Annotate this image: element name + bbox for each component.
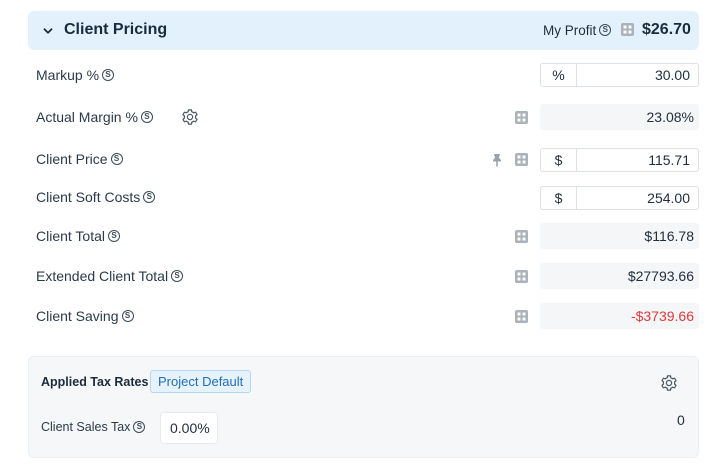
applied-tax-rates-title: Applied Tax Rates [41,375,149,389]
applied-tax-rates-panel: Applied Tax Rates Project Default Client… [28,356,699,458]
client-sales-tax-label-text: Client Sales Tax [41,420,131,434]
s-circle-icon: S [171,270,184,283]
markup-label: Markup % S [36,67,115,83]
extended-client-total-value: $27793.66 [540,263,699,289]
calculator-icon[interactable] [515,153,528,166]
gear-icon[interactable] [660,374,678,392]
project-default-badge[interactable]: Project Default [150,370,252,393]
s-circle-icon: S [102,69,115,82]
actual-margin-label-text: Actual Margin % [36,109,138,125]
actual-margin-value: 23.08% [540,104,699,130]
client-sales-tax-amount: 0 [677,412,685,428]
client-price-label: Client Price S [36,151,123,167]
s-circle-icon: S [143,191,156,204]
client-saving-value: -$3739.66 [540,303,699,329]
my-profit-text: My Profit [543,23,597,38]
my-profit-value: $26.70 [642,21,691,38]
section-title: Client Pricing [64,21,168,38]
chevron-down-icon[interactable] [42,25,54,37]
extended-client-total-label-text: Extended Client Total [36,268,169,284]
client-pricing-header[interactable]: Client Pricing My Profit S $26.70 [28,11,699,50]
client-price-label-text: Client Price [36,151,108,167]
s-circle-icon: S [140,111,153,124]
client-saving-label-text: Client Saving [36,308,119,324]
markup-input[interactable]: 30.00 [576,63,699,87]
client-saving-label: Client Saving S [36,308,134,324]
client-sales-tax-label: Client Sales Tax S [41,420,146,434]
calculator-icon[interactable] [515,111,528,124]
pin-icon[interactable] [491,153,503,167]
s-circle-icon: S [108,230,121,243]
client-total-label-text: Client Total [36,228,106,244]
s-circle-icon: S [121,310,134,323]
my-profit-label: My Profit S [543,23,612,38]
client-soft-costs-currency: $ [540,186,577,210]
extended-client-total-label: Extended Client Total S [36,268,184,284]
client-sales-tax-input[interactable]: 0.00% [160,412,218,444]
client-total-label: Client Total S [36,228,121,244]
actual-margin-label: Actual Margin % S [36,109,153,125]
client-price-input[interactable]: 115.71 [576,148,699,172]
calculator-icon[interactable] [515,230,528,243]
markup-label-text: Markup % [36,67,100,83]
calculator-icon[interactable] [515,270,528,283]
calculator-icon[interactable] [621,23,634,36]
client-soft-costs-input[interactable]: 254.00 [576,186,699,210]
s-circle-icon: S [599,24,612,37]
gear-icon[interactable] [181,108,199,126]
calculator-icon[interactable] [515,310,528,323]
s-circle-icon: S [110,153,123,166]
markup-unit: % [540,63,577,87]
client-total-value: $116.78 [540,223,699,249]
client-soft-costs-label-text: Client Soft Costs [36,189,141,205]
client-price-currency: $ [540,148,577,172]
s-circle-icon: S [133,420,146,433]
client-soft-costs-label: Client Soft Costs S [36,189,156,205]
